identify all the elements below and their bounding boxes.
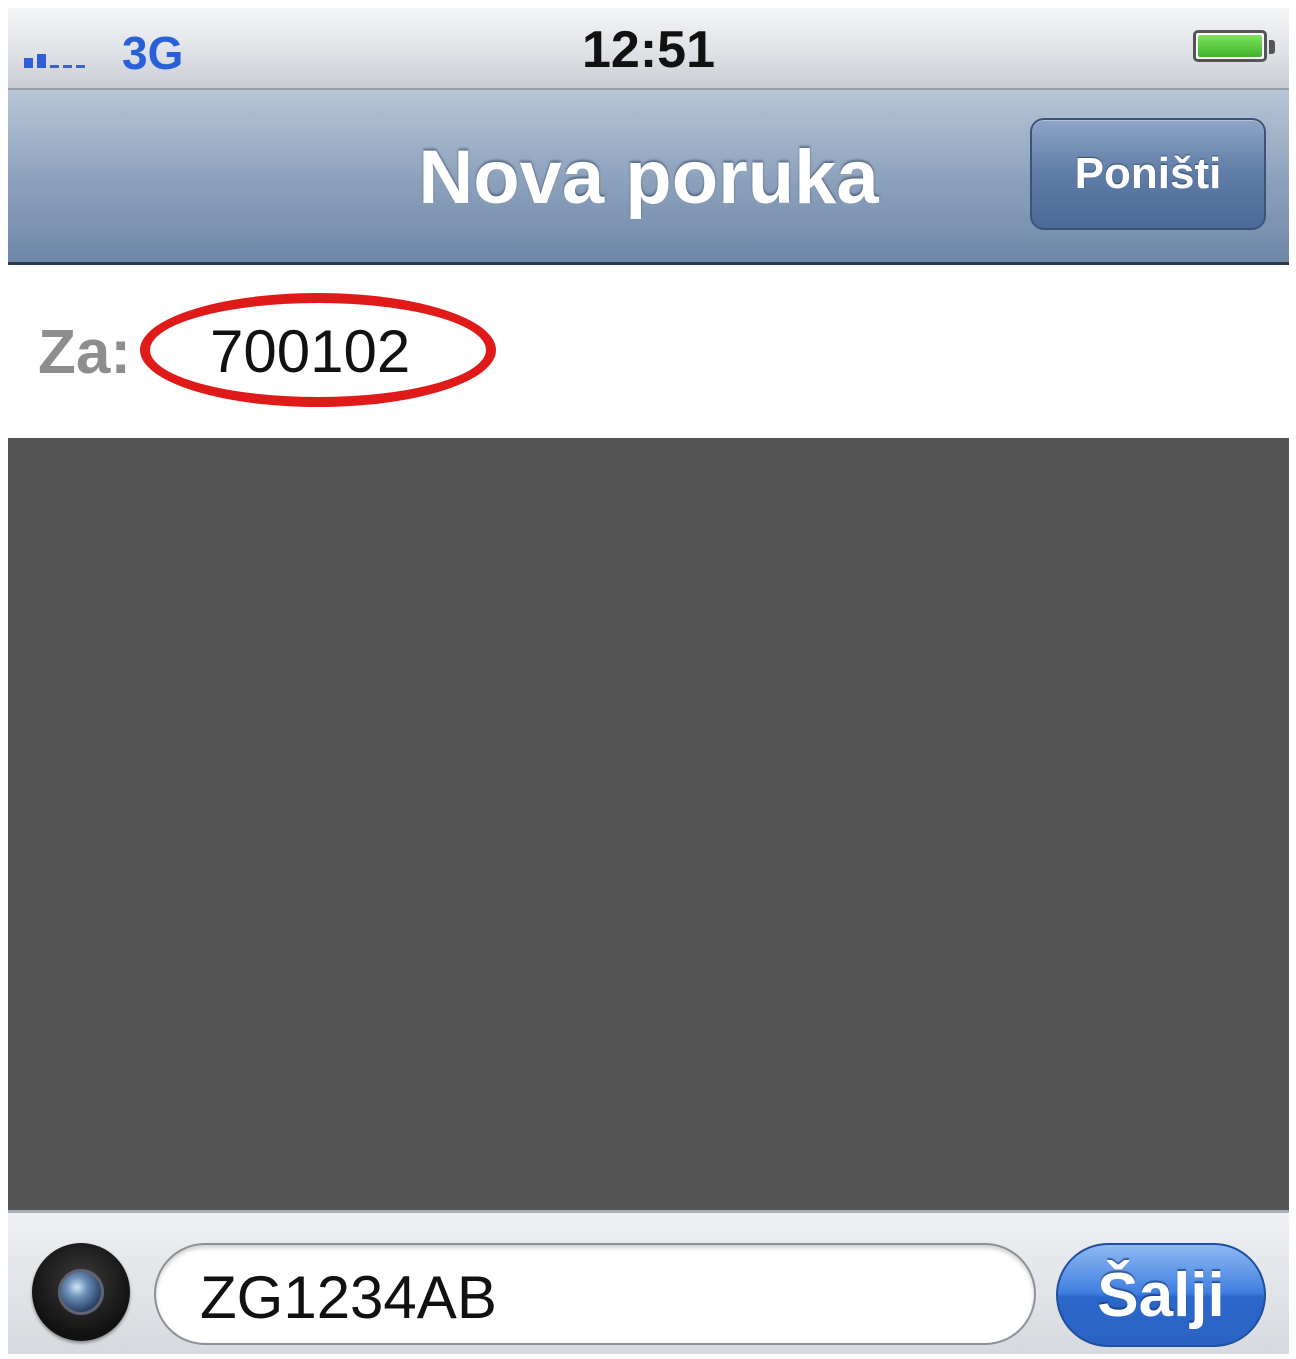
compose-bar: ZG1234AB Šalji — [8, 1210, 1289, 1354]
status-bar: 3G 12:51 — [8, 8, 1289, 90]
recipient-label: Za: — [38, 318, 131, 387]
message-text: ZG1234AB — [200, 1264, 497, 1331]
recipient-field[interactable]: Za: 700102 — [8, 265, 1289, 438]
message-input[interactable]: ZG1234AB — [154, 1243, 1036, 1345]
navigation-bar: Nova poruka Poništi — [8, 90, 1289, 265]
recipient-value[interactable]: 700102 — [210, 317, 410, 386]
cancel-button[interactable]: Poništi — [1030, 118, 1266, 230]
status-time: 12:51 — [582, 21, 715, 79]
battery-level — [1198, 35, 1262, 57]
send-button[interactable]: Šalji — [1056, 1243, 1266, 1347]
battery-tip — [1269, 40, 1275, 54]
phone-screen: 3G 12:51 Nova poruka Poništi Za: 700102 … — [8, 8, 1289, 1354]
battery-icon — [1193, 30, 1267, 62]
camera-button[interactable] — [32, 1243, 130, 1341]
camera-icon — [58, 1269, 104, 1315]
